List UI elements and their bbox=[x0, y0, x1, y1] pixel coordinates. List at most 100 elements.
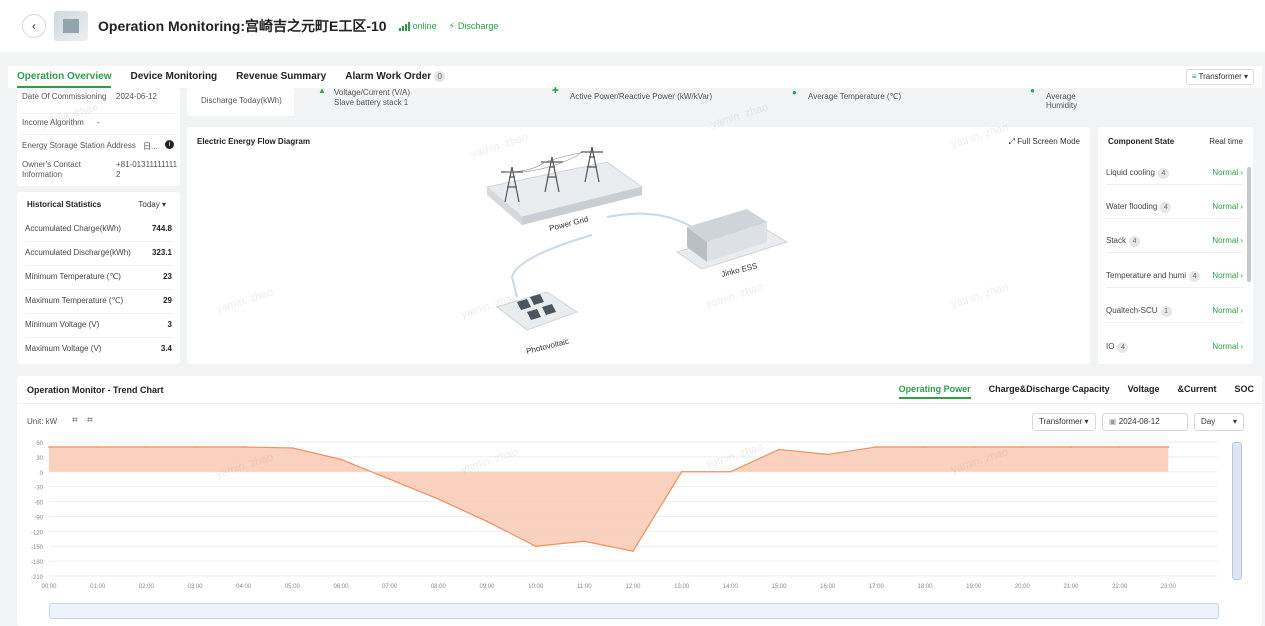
contact-label: Owner's Contact Information bbox=[22, 160, 81, 179]
data-point bbox=[437, 498, 440, 500]
tab-alarm-work-order[interactable]: Alarm Work Order 0 bbox=[345, 66, 446, 88]
photovoltaic-node[interactable]: Photovoltaic bbox=[495, 291, 579, 356]
component-row: Water flooding 4 Normal › bbox=[1106, 195, 1243, 219]
data-point bbox=[388, 478, 391, 481]
tab-charge-discharge[interactable]: Charge&Discharge Capacity bbox=[989, 384, 1110, 399]
component-state-link[interactable]: Normal › bbox=[1212, 161, 1243, 184]
hist-row: Minimum Temperature (℃) 23 bbox=[25, 272, 172, 290]
discharge-status: ⚡ Discharge bbox=[449, 21, 499, 32]
component-title: Component State bbox=[1108, 137, 1175, 146]
contact-value: +81-013111111112 bbox=[116, 160, 178, 179]
battery-discharge-icon: ⚡ bbox=[448, 20, 455, 31]
component-row: Qualtech-SCU 1 Normal › bbox=[1106, 299, 1243, 323]
trend-transformer-select[interactable]: Transformer ▾ bbox=[1032, 413, 1096, 431]
trend-tabs: Operating Power Charge&Discharge Capacit… bbox=[898, 384, 1254, 399]
zoom-icon[interactable]: ⌗ bbox=[72, 415, 78, 426]
online-label: online bbox=[412, 21, 437, 31]
component-state-link[interactable]: Normal › bbox=[1212, 335, 1243, 359]
station-info-panel: Date Of Commissioning 2024-06-12 Income … bbox=[17, 88, 180, 186]
data-point bbox=[826, 453, 829, 456]
data-point bbox=[1021, 446, 1024, 448]
power-grid-label: Power Grid bbox=[548, 215, 589, 233]
y-tick-label: -120 bbox=[31, 530, 44, 536]
period-select[interactable]: Today ▾ bbox=[138, 200, 166, 209]
income-value: - bbox=[97, 118, 100, 127]
address-value: 日... bbox=[143, 142, 158, 151]
avg-humidity-label: Average Humidity bbox=[1046, 92, 1078, 110]
component-state: Normal bbox=[1212, 168, 1239, 177]
tab-operation-overview[interactable]: Operation Overview bbox=[17, 66, 112, 88]
x-tick-label: 00:00 bbox=[41, 584, 57, 590]
component-state-link[interactable]: Normal › bbox=[1212, 299, 1243, 322]
component-state-link[interactable]: Normal › bbox=[1212, 264, 1243, 287]
data-point bbox=[583, 540, 586, 543]
hist-row: Accumulated Charge(kWh) 744.8 bbox=[25, 224, 172, 242]
metrics-strip: ▲ Voltage/Current (V/A) Slave battery st… bbox=[300, 86, 1097, 122]
component-row: IO 4 Normal › bbox=[1106, 335, 1243, 359]
x-tick-label: 18:00 bbox=[917, 584, 933, 590]
photovoltaic-label: Photovoltaic bbox=[525, 337, 569, 356]
data-point bbox=[1118, 446, 1121, 448]
hist-label: Accumulated Discharge(kWh) bbox=[25, 248, 131, 257]
avg-temperature-label: Average Temperature (℃) bbox=[808, 92, 902, 101]
hist-value: 744.8 bbox=[151, 224, 172, 233]
x-tick-label: 22:00 bbox=[1112, 584, 1128, 590]
transformer-select[interactable]: ≡ Transformer ▾ bbox=[1185, 69, 1254, 85]
component-state-link[interactable]: Normal › bbox=[1212, 195, 1243, 218]
data-point bbox=[875, 446, 878, 448]
income-label: Income Algorithm bbox=[22, 118, 84, 127]
hist-label: Maximum Temperature (℃) bbox=[25, 296, 124, 305]
tab-soc[interactable]: SOC bbox=[1234, 384, 1254, 399]
x-tick-label: 02:00 bbox=[139, 584, 155, 590]
y-tick-label: -30 bbox=[34, 486, 43, 492]
data-point bbox=[291, 447, 294, 449]
reset-zoom-icon[interactable]: ⌗ bbox=[87, 415, 93, 426]
component-count: 4 bbox=[1160, 202, 1172, 213]
data-point bbox=[340, 458, 342, 461]
hist-value: 23 bbox=[163, 272, 172, 281]
hist-label: Minimum Temperature (℃) bbox=[25, 272, 121, 281]
data-point bbox=[48, 446, 50, 448]
unit-label: Unit: kW bbox=[27, 417, 58, 426]
data-point bbox=[534, 545, 537, 548]
x-tick-label: 04:00 bbox=[236, 584, 252, 590]
date-picker[interactable]: ▣ 2024-08-12 bbox=[1102, 413, 1188, 431]
jinko-ess-label: Jinko ESS bbox=[720, 261, 758, 279]
y-zoom-slider[interactable] bbox=[1232, 442, 1242, 580]
back-button[interactable]: ‹ bbox=[22, 14, 46, 38]
grid-to-pv-line bbox=[510, 234, 593, 298]
discharge-label: Discharge bbox=[457, 21, 499, 31]
data-point bbox=[924, 446, 926, 448]
component-count: 4 bbox=[1117, 342, 1129, 353]
online-status: online bbox=[398, 21, 437, 31]
caret-down-icon: ▾ bbox=[159, 200, 166, 209]
power-area bbox=[49, 446, 1169, 552]
power-grid-node[interactable]: Power Grid bbox=[485, 146, 644, 233]
component-state-link[interactable]: Normal › bbox=[1212, 229, 1243, 252]
x-tick-label: 13:00 bbox=[674, 584, 690, 590]
tab-voltage[interactable]: Voltage bbox=[1128, 384, 1160, 399]
x-zoom-slider[interactable] bbox=[49, 603, 1219, 619]
info-icon[interactable]: i bbox=[165, 140, 174, 149]
tab-revenue-summary[interactable]: Revenue Summary bbox=[236, 66, 326, 88]
component-name: Stack bbox=[1106, 236, 1127, 245]
tab-device-monitoring[interactable]: Device Monitoring bbox=[130, 66, 217, 88]
hist-row: Maximum Voltage (V) 3.4 bbox=[25, 344, 172, 360]
component-count: 4 bbox=[1129, 236, 1141, 247]
period-select[interactable]: Day ▾ bbox=[1194, 413, 1244, 431]
component-scrollbar[interactable] bbox=[1247, 167, 1251, 282]
component-name: Temperature and humi bbox=[1106, 271, 1187, 280]
tab-operating-power[interactable]: Operating Power bbox=[898, 384, 971, 399]
hist-value: 3 bbox=[167, 320, 172, 329]
caret-down-icon: ▾ bbox=[1241, 72, 1248, 81]
x-tick-label: 11:00 bbox=[577, 584, 592, 590]
caret-down-icon: ▾ bbox=[1082, 417, 1089, 426]
data-point bbox=[972, 446, 975, 448]
hist-row: Maximum Temperature (℃) 29 bbox=[25, 296, 172, 314]
jinko-ess-node[interactable]: Jinko ESS bbox=[675, 209, 789, 279]
tab-current[interactable]: &Current bbox=[1177, 384, 1216, 399]
x-tick-label: 19:00 bbox=[966, 584, 982, 590]
component-state: Normal bbox=[1212, 306, 1239, 315]
active-power-label: Active Power/Reactive Power (kW/kVar) bbox=[570, 92, 713, 101]
main-tabs: Operation Overview Device Monitoring Rev… bbox=[8, 66, 1262, 88]
